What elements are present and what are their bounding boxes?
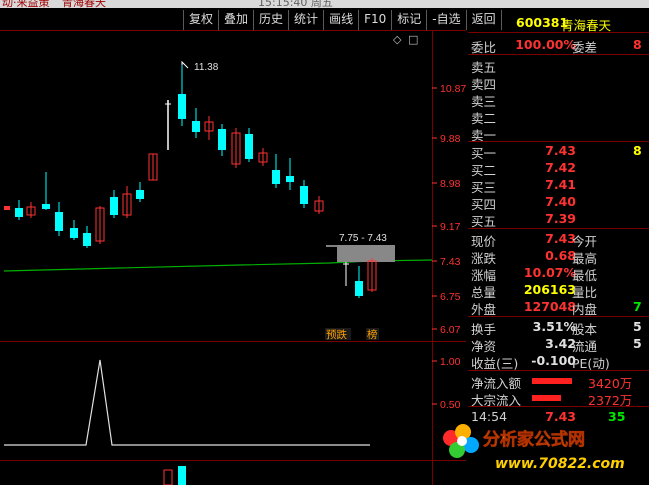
remove-favorite-button[interactable]: -自选 — [427, 10, 467, 30]
candle-down — [83, 233, 91, 246]
candle-up — [4, 206, 10, 210]
weibi-value: 100.00% — [515, 37, 576, 52]
history-button[interactable]: 历史 — [254, 10, 290, 30]
title-time: 15:15:40 周五 — [258, 0, 333, 8]
app-title: 动·来益策 — [2, 0, 50, 8]
stat2-row: 换手 3.51% 股本 5 — [471, 319, 642, 337]
stat-row: 外盘 127048 内盘 7 — [471, 299, 642, 317]
title-bar: 动·来益策 青海春天 15:15:40 周五 — [0, 0, 649, 8]
range-box — [337, 245, 395, 262]
price-tick-label: 6.07 — [440, 324, 461, 336]
candle-down — [245, 134, 253, 159]
price-axis: 10.87 9.88 8.98 9.17 7.43 6.75 6.07 1.00… — [432, 83, 466, 411]
stat-row: 涨幅 10.07% 最低 — [471, 265, 598, 283]
candle-down — [55, 212, 63, 231]
price-tick-label: 9.88 — [440, 133, 461, 145]
f10-button[interactable]: F10 — [359, 10, 393, 30]
buy-row: 买三 7.41 — [471, 177, 576, 195]
stat-row: 现价 7.43 今开 — [471, 231, 598, 249]
buy-row: 买四 7.40 — [471, 194, 576, 212]
title-stock-name: 青海春天 — [62, 0, 106, 8]
sell-row: 卖一 — [468, 125, 649, 143]
weibi-row: 委比 100.00% 委差 8 — [468, 37, 649, 55]
watermark-logo: 分析家公式网 www.70822.com — [443, 424, 625, 472]
signal-tag-yudie: 预跌 — [326, 328, 347, 341]
watermark-logo-text: 分析家公式网 — [483, 429, 585, 450]
candle-down — [272, 170, 280, 184]
high-price-label: 11.38 — [194, 62, 219, 73]
weicha-value: 8 — [633, 37, 642, 52]
fuquan-button[interactable]: 复权 — [183, 10, 220, 30]
candle-down — [42, 204, 50, 209]
buy-row: 买一 7.43 8 — [471, 143, 642, 161]
signal-tag-bang: 榜 — [367, 328, 378, 341]
buy-row: 买二 7.42 — [471, 160, 576, 178]
candle-down — [178, 94, 186, 119]
candle-down — [110, 197, 118, 215]
high-marker-icon — [181, 60, 189, 69]
candle-down — [300, 186, 308, 204]
stat2-row: 净资 3.42 流通 5 — [471, 336, 642, 354]
candle-down — [136, 190, 144, 199]
price-tick-label: 10.87 — [440, 83, 466, 95]
draw-line-button[interactable]: 画线 — [324, 10, 360, 30]
chart-toolbar: 复权 叠加 历史 统计 画线 F10 标记 -自选 返回 — [183, 10, 502, 30]
indicator-line — [4, 359, 370, 446]
candle-down — [192, 121, 200, 132]
price-tick-label: 7.43 — [440, 256, 461, 268]
indicator-tick-label: 0.50 — [440, 399, 461, 411]
candle-down — [218, 129, 226, 150]
price-tick-label: 8.98 — [440, 178, 461, 190]
candle-down — [286, 176, 294, 182]
volume-bar — [178, 466, 186, 485]
quote-header: 600381 青海春天 — [468, 15, 649, 33]
kline-chart[interactable]: ◇ □ 10.87 9.88 8.98 9.17 7.43 6.75 6.07 … — [0, 30, 466, 485]
stat2-row: 收益(三) -0.100 PE(动) — [471, 353, 610, 371]
candle-down — [15, 208, 23, 217]
indicator-tick-label: 1.00 — [440, 356, 461, 368]
stat-row: 涨跌 0.68 最高 — [471, 248, 598, 266]
volume-bar — [163, 469, 173, 485]
flow-bar — [532, 395, 561, 401]
flow-bar — [532, 378, 572, 384]
buy-row: 买五 7.39 — [471, 211, 576, 229]
overlay-button[interactable]: 叠加 — [219, 10, 255, 30]
sell-row: 卖五 — [468, 57, 649, 75]
watermark-logo-url: www.70822.com — [495, 456, 625, 472]
chart-canvas: ◇ □ 10.87 9.88 8.98 9.17 7.43 6.75 6.07 … — [0, 30, 466, 485]
candle-down — [70, 228, 78, 238]
candle-down — [355, 281, 363, 296]
mark-button[interactable]: 标记 — [392, 10, 428, 30]
sell-row: 卖四 — [468, 74, 649, 92]
diamond-icon[interactable]: ◇ — [393, 33, 402, 46]
sell-row: 卖二 — [468, 108, 649, 126]
close-icon[interactable]: □ — [408, 33, 418, 46]
range-box-label: 7.75 - 7.43 — [339, 233, 387, 244]
stat-row: 总量 206163 量比 — [471, 282, 598, 300]
price-tick-label: 6.75 — [440, 291, 461, 303]
statistics-button[interactable]: 统计 — [289, 10, 325, 30]
sell-row: 卖三 — [468, 91, 649, 109]
price-tick-label: 9.17 — [440, 221, 461, 233]
